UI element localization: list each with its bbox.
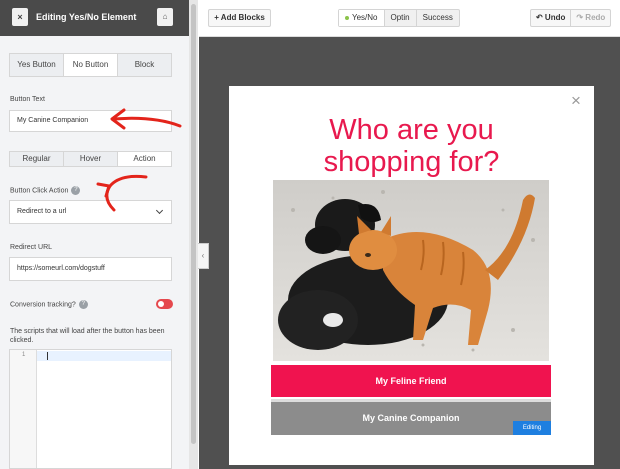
active-dot-icon [345, 15, 349, 20]
collapse-sidebar-button[interactable]: ‹ [198, 243, 209, 269]
help-icon[interactable]: ? [78, 300, 88, 309]
add-blocks-button[interactable]: + Add Blocks [208, 9, 271, 27]
sidebar-scrollbar[interactable] [189, 0, 198, 469]
builder-toolbar: + Add Blocks Yes/No Optin Success ↶ Undo… [199, 0, 620, 37]
sidebar-header: × Editing Yes/No Element ⌂ [0, 0, 189, 36]
editor-gutter [10, 350, 37, 468]
photo-illustration [273, 180, 549, 361]
dog-and-cat-image[interactable] [273, 180, 549, 361]
chevron-down-icon [155, 206, 164, 215]
click-action-label-row: Button Click Action? [10, 186, 81, 195]
button-text-label: Button Text [10, 96, 45, 103]
conversion-label-row: Conversion tracking?? [10, 300, 88, 309]
annotation-arrow-icon [96, 174, 148, 212]
yes-button[interactable]: My Feline Friend [271, 365, 551, 397]
editor-active-line [37, 351, 171, 361]
tab-regular[interactable]: Regular [10, 152, 64, 166]
tab-block[interactable]: Block [118, 54, 171, 76]
no-button-label: My Canine Companion [362, 413, 460, 423]
undo-button[interactable]: ↶ Undo [531, 10, 572, 26]
tab-success[interactable]: Success [417, 10, 459, 26]
scripts-description: The scripts that will load after the but… [10, 328, 165, 344]
no-button[interactable]: My Canine Companion Editing [271, 399, 551, 435]
tab-action[interactable]: Action [118, 152, 171, 166]
click-action-label: Button Click Action [10, 187, 69, 195]
redo-button[interactable]: ↷ Redo [571, 10, 610, 26]
headline-line-2: shopping for? [323, 146, 500, 178]
home-icon[interactable]: ⌂ [157, 8, 173, 26]
headline-line-1: Who are you [329, 114, 494, 146]
tab-yes-button[interactable]: Yes Button [10, 54, 64, 76]
line-number: 1 [22, 352, 26, 358]
button-type-tabs: Yes Button No Button Block [9, 53, 172, 77]
history-controls: ↶ Undo ↷ Redo [530, 9, 612, 27]
tab-yes-no[interactable]: Yes/No [339, 10, 385, 26]
tab-no-button[interactable]: No Button [64, 54, 118, 76]
click-action-value: Redirect to a url [17, 208, 67, 215]
conversion-tracking-toggle[interactable] [156, 299, 173, 309]
tab-hover[interactable]: Hover [64, 152, 118, 166]
editing-badge: Editing [513, 421, 551, 435]
button-state-tabs: Regular Hover Action [9, 151, 172, 167]
redirect-url-input[interactable]: https://someurl.com/dogstuff [9, 257, 172, 281]
help-icon[interactable]: ? [71, 186, 81, 195]
editor-sidebar: × Editing Yes/No Element ⌂ Yes Button No… [0, 0, 198, 469]
view-switcher: Yes/No Optin Success [338, 9, 460, 27]
close-editor-button[interactable]: × [12, 8, 28, 26]
text-cursor [47, 352, 48, 360]
annotation-arrow-icon [110, 108, 182, 130]
scrollbar-thumb[interactable] [191, 4, 196, 444]
scripts-code-editor[interactable]: 1 [9, 349, 172, 469]
popup-headline[interactable]: Who are you shopping for? [229, 114, 594, 178]
tab-optin[interactable]: Optin [385, 10, 417, 26]
conversion-tracking-label: Conversion tracking? [10, 301, 76, 309]
popup-close-icon[interactable]: × [571, 92, 581, 109]
yes-no-popup: × Who are you shopping for? My Feline Fr… [229, 86, 594, 465]
redirect-url-label: Redirect URL [10, 244, 53, 251]
sidebar-title: Editing Yes/No Element [36, 12, 137, 22]
